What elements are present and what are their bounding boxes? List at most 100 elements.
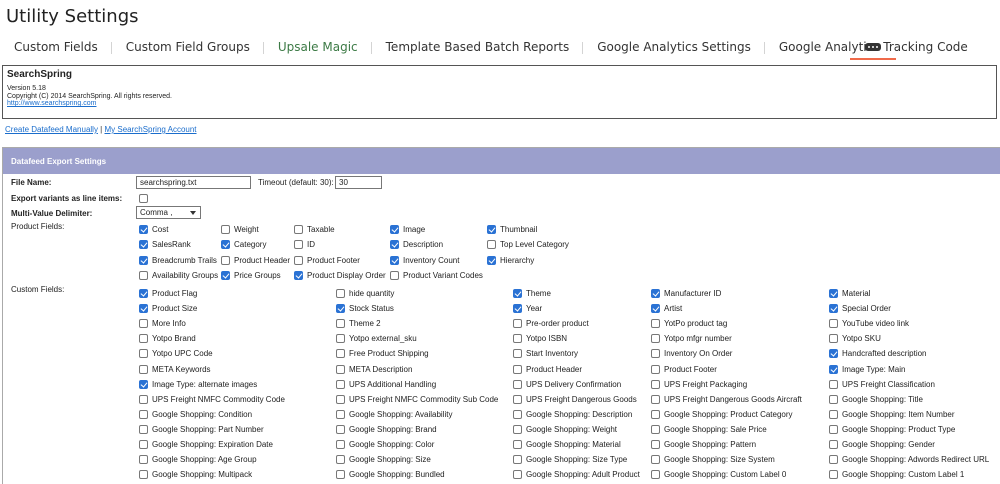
product_fields-checkbox[interactable] bbox=[390, 225, 399, 234]
tab-3[interactable]: Template Based Batch Reports bbox=[370, 40, 584, 54]
custom_fields-checkbox[interactable] bbox=[513, 319, 522, 329]
product_fields-checkbox[interactable] bbox=[294, 270, 303, 280]
custom_fields-checkbox[interactable] bbox=[139, 319, 148, 329]
custom_fields-checkbox[interactable] bbox=[336, 304, 345, 314]
custom_fields-checkbox[interactable] bbox=[139, 334, 148, 344]
custom_fields-checkbox[interactable] bbox=[513, 424, 522, 434]
product_fields-checkbox[interactable] bbox=[221, 240, 230, 250]
custom_fields-checkbox[interactable] bbox=[829, 440, 838, 449]
product_fields-checkbox[interactable] bbox=[139, 225, 148, 234]
product_fields-checkbox[interactable] bbox=[221, 270, 230, 280]
variants-checkbox[interactable] bbox=[139, 194, 148, 203]
custom_fields-checkbox[interactable] bbox=[651, 304, 660, 314]
custom_fields-checkbox[interactable] bbox=[336, 319, 345, 329]
custom_fields-checkbox[interactable] bbox=[513, 364, 522, 374]
custom_fields-checkbox[interactable] bbox=[651, 289, 660, 298]
product_fields-checkbox[interactable] bbox=[139, 240, 148, 250]
tab-2[interactable]: Upsale Magic bbox=[262, 40, 372, 54]
product_fields-checkbox[interactable] bbox=[487, 255, 496, 265]
custom_fields-checkbox[interactable] bbox=[829, 455, 838, 465]
product_fields-checkbox[interactable] bbox=[294, 225, 303, 234]
timeout-input[interactable]: 30 bbox=[335, 176, 382, 189]
custom_fields-checkbox[interactable] bbox=[651, 440, 660, 449]
product_fields-checkbox[interactable] bbox=[294, 255, 303, 265]
account-link[interactable]: My SearchSpring Account bbox=[104, 125, 196, 134]
custom_fields-checkbox[interactable] bbox=[651, 455, 660, 465]
product_fields-checkbox[interactable] bbox=[487, 240, 496, 250]
custom_fields-checkbox[interactable] bbox=[336, 424, 345, 434]
product_fields-checkbox[interactable] bbox=[139, 255, 148, 265]
custom_fields-checkbox[interactable] bbox=[336, 349, 345, 359]
delimiter-select[interactable]: Comma , bbox=[136, 206, 201, 219]
product_fields-checkbox[interactable] bbox=[294, 240, 303, 250]
custom_fields-checkbox[interactable] bbox=[513, 334, 522, 344]
custom_fields-checkbox[interactable] bbox=[829, 289, 838, 298]
product_fields-checkbox[interactable] bbox=[390, 270, 399, 280]
custom_fields-checkbox[interactable] bbox=[651, 379, 660, 389]
product_fields-checkbox[interactable] bbox=[390, 255, 399, 265]
product_fields-checkbox[interactable] bbox=[487, 225, 496, 234]
create-datafeed-link[interactable]: Create Datafeed Manually bbox=[5, 125, 98, 134]
custom_fields-checkbox[interactable] bbox=[139, 470, 148, 480]
website-link[interactable]: http://www.searchspring.com bbox=[7, 100, 992, 107]
action-links: Create Datafeed Manually | My SearchSpri… bbox=[5, 125, 197, 134]
tab-1[interactable]: Custom Field Groups bbox=[110, 40, 264, 54]
product_fields-checkbox[interactable] bbox=[221, 225, 230, 234]
custom_fields-checkbox[interactable] bbox=[829, 319, 838, 329]
custom_fields-checkbox[interactable] bbox=[139, 394, 148, 404]
custom_fields-checkbox[interactable] bbox=[139, 364, 148, 374]
custom_fields-checkbox[interactable] bbox=[829, 424, 838, 434]
custom_fields-checkbox[interactable] bbox=[513, 409, 522, 419]
custom_fields-checkbox[interactable] bbox=[651, 424, 660, 434]
tab-0[interactable]: Custom Fields bbox=[0, 40, 112, 54]
custom_fields-checkbox[interactable] bbox=[513, 394, 522, 404]
custom_fields-checkbox[interactable] bbox=[513, 304, 522, 314]
custom_fields-checkbox[interactable] bbox=[651, 409, 660, 419]
custom_fields-checkbox[interactable] bbox=[336, 409, 345, 419]
custom_fields-checkbox[interactable] bbox=[139, 349, 148, 359]
product_fields-checkbox[interactable] bbox=[139, 270, 148, 280]
custom_fields-checkbox[interactable] bbox=[139, 440, 148, 449]
custom_fields-label: Google Shopping: Color bbox=[349, 440, 435, 449]
custom_fields-checkbox[interactable] bbox=[651, 349, 660, 359]
custom_fields-checkbox[interactable] bbox=[139, 304, 148, 314]
custom_fields-checkbox[interactable] bbox=[336, 455, 345, 465]
file-name-input[interactable]: searchspring.txt bbox=[136, 176, 251, 189]
tab-more[interactable] bbox=[850, 36, 896, 60]
custom_fields-checkbox[interactable] bbox=[139, 289, 148, 298]
custom_fields-checkbox[interactable] bbox=[336, 379, 345, 389]
custom_fields-checkbox[interactable] bbox=[139, 379, 148, 389]
custom_fields-checkbox[interactable] bbox=[513, 289, 522, 298]
custom_fields-checkbox[interactable] bbox=[336, 440, 345, 449]
custom_fields-checkbox[interactable] bbox=[829, 304, 838, 314]
custom_fields-checkbox[interactable] bbox=[829, 334, 838, 344]
custom_fields-checkbox[interactable] bbox=[139, 455, 148, 465]
custom_fields-checkbox[interactable] bbox=[829, 379, 838, 389]
custom_fields-checkbox[interactable] bbox=[139, 424, 148, 434]
tab-4[interactable]: Google Analytics Settings bbox=[582, 40, 765, 54]
product_fields-checkbox[interactable] bbox=[221, 255, 230, 265]
custom_fields-checkbox[interactable] bbox=[829, 349, 838, 359]
custom_fields-label: Google Shopping: Availability bbox=[349, 409, 453, 419]
custom_fields-checkbox[interactable] bbox=[651, 394, 660, 404]
custom_fields-checkbox[interactable] bbox=[336, 470, 345, 480]
custom_fields-checkbox[interactable] bbox=[336, 364, 345, 374]
custom_fields-checkbox[interactable] bbox=[336, 289, 345, 298]
custom_fields-checkbox[interactable] bbox=[139, 409, 148, 419]
custom_fields-checkbox[interactable] bbox=[513, 349, 522, 359]
custom_fields-checkbox[interactable] bbox=[513, 455, 522, 465]
custom_fields-checkbox[interactable] bbox=[829, 394, 838, 404]
custom_fields-checkbox[interactable] bbox=[651, 319, 660, 329]
custom_fields-checkbox[interactable] bbox=[651, 470, 660, 480]
custom_fields-checkbox[interactable] bbox=[336, 394, 345, 404]
custom_fields-checkbox[interactable] bbox=[513, 379, 522, 389]
custom_fields-checkbox[interactable] bbox=[651, 364, 660, 374]
custom_fields-checkbox[interactable] bbox=[829, 364, 838, 374]
custom_fields-checkbox[interactable] bbox=[513, 470, 522, 480]
custom_fields-checkbox[interactable] bbox=[513, 440, 522, 449]
custom_fields-checkbox[interactable] bbox=[651, 334, 660, 344]
custom_fields-checkbox[interactable] bbox=[829, 409, 838, 419]
product_fields-checkbox[interactable] bbox=[390, 240, 399, 250]
custom_fields-checkbox[interactable] bbox=[336, 334, 345, 344]
custom_fields-checkbox[interactable] bbox=[829, 470, 838, 480]
